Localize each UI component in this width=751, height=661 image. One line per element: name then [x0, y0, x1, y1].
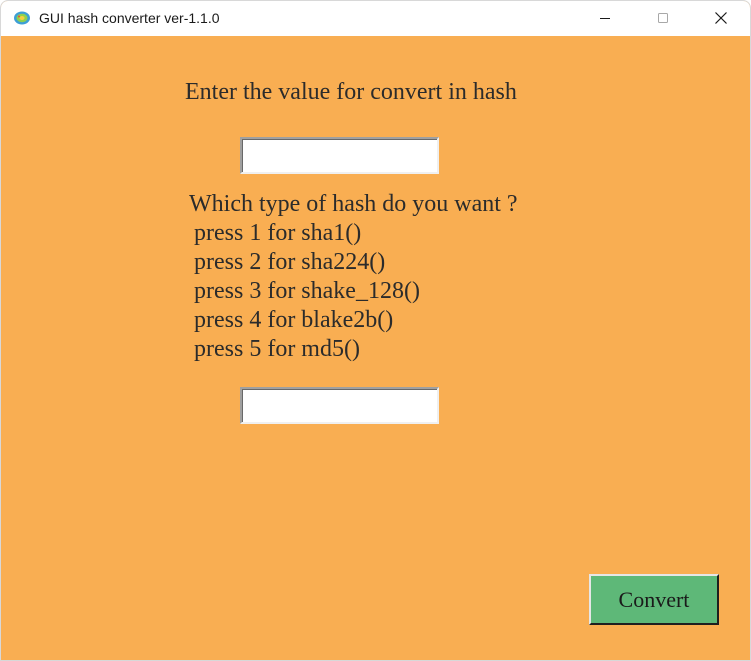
minimize-button[interactable] [576, 1, 634, 35]
app-window: GUI hash converter ver-1.1.0 Enter the v… [0, 0, 751, 661]
hash-option-shake128: press 3 for shake_128() [194, 278, 420, 304]
close-icon [714, 11, 728, 25]
maximize-icon [657, 12, 669, 24]
hash-option-md5: press 5 for md5() [194, 336, 360, 362]
title-bar[interactable]: GUI hash converter ver-1.1.0 [1, 1, 750, 36]
hash-type-input[interactable] [240, 387, 439, 424]
main-panel: Enter the value for convert in hash Whic… [1, 36, 750, 660]
hash-option-blake2b: press 4 for blake2b() [194, 307, 394, 333]
convert-button[interactable]: Convert [589, 574, 719, 625]
value-prompt-label: Enter the value for convert in hash [185, 79, 517, 105]
close-button[interactable] [692, 1, 750, 35]
hash-type-question: Which type of hash do you want ? [189, 191, 518, 217]
hash-option-sha224: press 2 for sha224() [194, 249, 386, 275]
python-feather-icon [13, 10, 31, 26]
maximize-button[interactable] [634, 1, 692, 35]
hash-options-list: press 1 for sha1() press 2 for sha224() … [194, 219, 420, 364]
minimize-icon [599, 12, 611, 24]
hash-value-input[interactable] [240, 137, 439, 174]
window-title: GUI hash converter ver-1.1.0 [39, 10, 220, 26]
hash-option-sha1: press 1 for sha1() [194, 220, 362, 246]
